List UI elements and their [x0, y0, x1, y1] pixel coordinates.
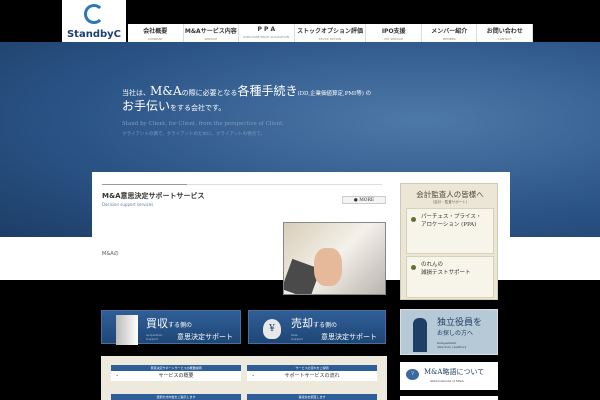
glossary-en: Abbreviations of M&A [430, 379, 464, 383]
nav-service[interactable]: M&Aサービス内容 SERVICE [184, 24, 240, 42]
ppa-label: パーチェス・プライス・ [421, 214, 482, 220]
nav-label: 会社概要 [143, 28, 168, 35]
nav-company[interactable]: 会社概要 COMPANY [128, 24, 184, 42]
photo-hands [314, 248, 342, 286]
sidebar-title: 会計監査人の皆様へ [416, 190, 484, 199]
ind-title: 独立役員を [437, 318, 483, 328]
hero-text: をする会社です。 [170, 104, 226, 112]
glossary-button[interactable]: ? M&A略語について Abbreviations of M&A [400, 362, 498, 390]
logo[interactable]: StandbyC [62, 0, 126, 45]
hero-line-2: お手伝いをする会社です。 [122, 97, 225, 114]
nav-label: ストックオプション評価 [296, 28, 363, 35]
sell-side-button[interactable]: ¥ 売却する側の Sale Support 意思決定サポート [248, 310, 386, 344]
hero-text: の際に必要となる [181, 89, 238, 97]
ind-en: Independent directors / auditors [437, 341, 466, 349]
nav-label: お問い合わせ [486, 28, 523, 35]
hero-tagline-en: Stand by Client, for Client, from the pe… [122, 121, 285, 127]
nav-member[interactable]: メンバー紹介 MEMBER [422, 24, 478, 42]
panel-title: M&A意思決定サポートサービス [102, 192, 205, 200]
nav-label: M&Aサービス内容 [184, 28, 237, 35]
panel-text: M&Aの [102, 251, 119, 257]
independent-director-button[interactable]: 独立役員を お探しの方へ Independent directors / audi… [400, 309, 498, 355]
ind-subtitle: お探しの方へ [437, 330, 474, 337]
service-links: 意思決定サポートサービスの概要説明サービスの概要 サービスの流れをご説明サポート… [101, 356, 387, 400]
nav-sublabel: PURCHASE PRICE ALLOCATION [243, 35, 290, 39]
panel-subtitle: Decision support services [102, 202, 154, 207]
main-nav: 会社概要 COMPANY M&Aサービス内容 SERVICE P P A PURCHA… [128, 24, 533, 42]
hero-text: 当社は、 [122, 89, 150, 97]
nav-sublabel: IPO SERVICE [384, 37, 403, 41]
hero-tagline-jp: クライアントの側で、クライアントのために、クライアントの視点で。 [122, 132, 265, 137]
sell-en: Support [291, 337, 303, 341]
divider-accent [102, 184, 187, 185]
goodwill-label: のれんの [421, 262, 444, 268]
service-flow-link[interactable]: サービスの流れをご説明サポートサービスの流れ [247, 365, 377, 381]
hero-text: お手伝い [122, 99, 171, 113]
nav-sublabel: MEMBER [442, 37, 456, 41]
service-label: サポートサービスの流れ [247, 371, 377, 381]
next-sidebar-banner[interactable] [400, 396, 498, 400]
logo-name: StandbyC [66, 29, 122, 40]
buy-side-button[interactable]: 買収する側の Acquisition Support 意思決定サポート [101, 310, 241, 345]
goodwill-label: 減損テストサポート [421, 270, 471, 276]
nav-label: メンバー紹介 [431, 28, 468, 35]
ind-en-2: directors / auditors [437, 345, 467, 349]
glossary-title: M&A略語について [424, 368, 485, 376]
buy-rest: 意思決定サポート [177, 333, 233, 341]
service-direction-link[interactable]: 選択の方向性をご提示します [111, 394, 241, 400]
sidebar-subtitle: (会計・監査サポート) [432, 200, 468, 204]
nav-sublabel: COMPANY [147, 37, 163, 41]
nav-sublabel: SERVICE [204, 37, 218, 41]
business-photo [283, 222, 386, 295]
hero-text: M&A [150, 84, 182, 98]
buy-en: Support [146, 337, 158, 341]
sell-rest: 意思決定サポート [321, 333, 377, 341]
sell-big: 売却 [291, 317, 313, 330]
nav-contact[interactable]: お問い合わせ CONTACT [477, 24, 533, 42]
buy-big: 買収 [146, 317, 168, 330]
nav-ipo[interactable]: IPO支援 IPO SERVICE [366, 24, 422, 42]
bullet-icon [411, 217, 416, 222]
ppa-link[interactable]: パーチェス・プライス・ アロケーション (PPA) [406, 208, 494, 254]
nav-sublabel: STOCK OPTION [318, 37, 342, 41]
money-bag-icon: ¥ [263, 319, 281, 339]
speech-bubble-icon: ? [406, 369, 419, 380]
goodwill-link[interactable]: のれんの減損テストサポート [406, 256, 494, 298]
nav-sublabel: CONTACT [497, 37, 512, 41]
building-icon [116, 315, 138, 345]
businessman-icon [413, 318, 427, 352]
sell-small: する側の [313, 322, 338, 329]
service-header: 選択の方向性をご提示します [111, 394, 241, 400]
nav-label: IPO支援 [381, 28, 406, 35]
buy-small: する側の [168, 322, 193, 329]
service-header: 買収先を調査します [247, 394, 377, 400]
bullet-icon [411, 265, 416, 270]
hero-text: (DD,企業価値算定,PMI等) の [297, 91, 372, 97]
service-overview-link[interactable]: 意思決定サポートサービスの概要説明サービスの概要 [111, 365, 241, 381]
nav-label: P P A [257, 26, 276, 33]
auditor-sidebar: 会計監査人の皆様へ (会計・監査サポート) パーチェス・プライス・ アロケーション… [400, 183, 498, 300]
service-research-link[interactable]: 買収先を調査します [247, 394, 377, 400]
nav-stock-option[interactable]: ストックオプション評価 STOCK OPTION [295, 24, 367, 42]
more-button[interactable]: ● MORE [342, 196, 386, 204]
nav-ppa[interactable]: P P A PURCHASE PRICE ALLOCATION [239, 24, 295, 42]
hero-text: 各種手続き [237, 84, 298, 98]
more-label: MORE [359, 198, 375, 203]
service-label: サービスの概要 [111, 371, 241, 381]
ppa-label: アロケーション (PPA) [421, 222, 477, 228]
logo-swirl-icon [84, 4, 104, 24]
